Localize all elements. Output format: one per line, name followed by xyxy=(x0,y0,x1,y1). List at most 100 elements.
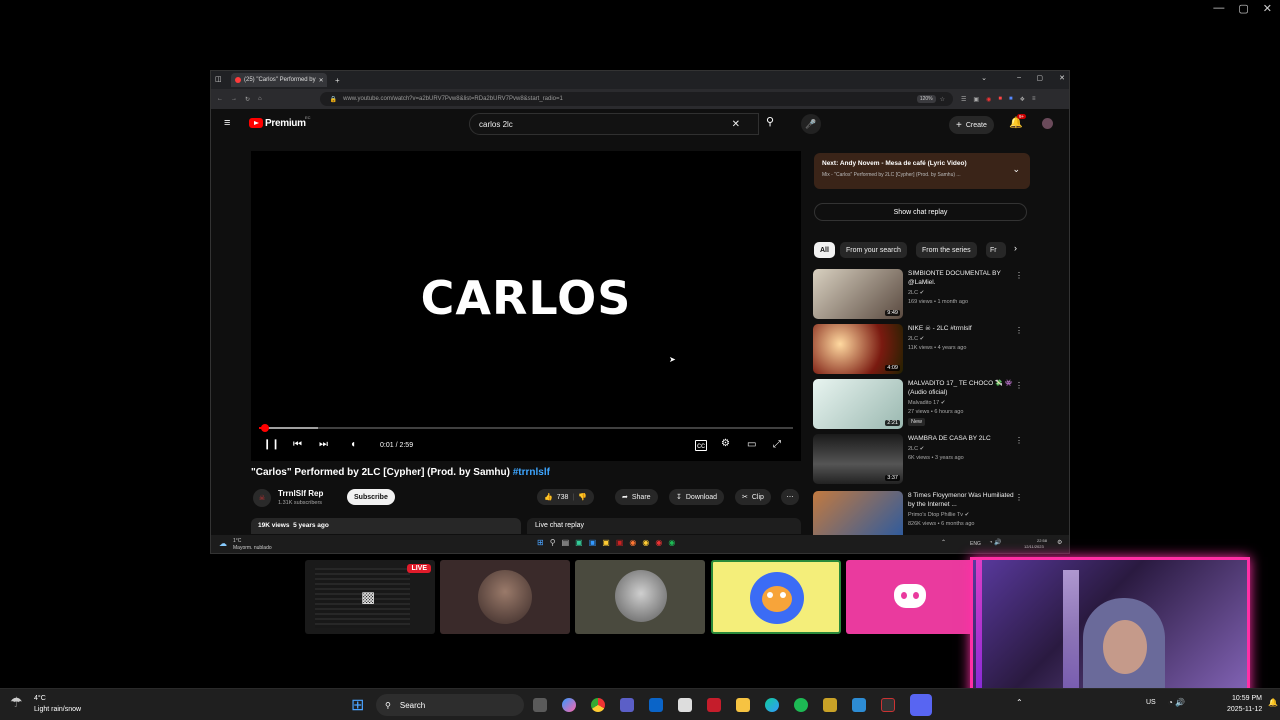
clear-search-icon[interactable]: ✕ xyxy=(732,119,740,130)
tab-overview-icon[interactable]: ◫ xyxy=(215,75,222,83)
file-explorer-icon[interactable] xyxy=(736,698,750,712)
reload-icon[interactable]: ↻ xyxy=(245,96,250,103)
download-button[interactable]: ↧ Download xyxy=(669,489,725,505)
recommendation-item[interactable]: 2:21 MALVADITO 17_ TE CHOCO 💸 👾 (Audio o… xyxy=(813,379,1033,429)
recommendation-title[interactable]: SIMBIONTE DOCUMENTAL BY @LaMiel. xyxy=(908,270,1020,287)
inner-search-icon[interactable]: ⚲ xyxy=(550,538,556,547)
previous-icon[interactable]: ⏮ xyxy=(293,439,302,450)
teams-icon[interactable] xyxy=(620,698,634,712)
chip-from-the-series[interactable]: From the series xyxy=(916,242,977,258)
more-options-icon[interactable]: ⋮ xyxy=(1015,326,1023,335)
menu-icon[interactable]: ≡ xyxy=(1032,96,1036,103)
home-icon[interactable]: ⌂ xyxy=(258,96,262,102)
theater-mode-icon[interactable]: ▭ xyxy=(747,439,756,450)
search-input[interactable]: carlos 2lc ✕ xyxy=(469,113,759,135)
recommendation-channel[interactable]: 2LC ✔ xyxy=(908,445,924,453)
recommendation-thumbnail[interactable]: 9:49 xyxy=(813,269,903,319)
inner-task-view-icon[interactable]: ▤ xyxy=(562,538,570,547)
more-options-icon[interactable]: ⋮ xyxy=(1015,381,1023,390)
recommendation-channel[interactable]: 2LC ✔ xyxy=(908,289,924,297)
progress-scrubber[interactable] xyxy=(260,424,269,432)
wifi-volume-battery-icon[interactable]: ◔ 🔊 xyxy=(1168,698,1185,707)
channel-avatar[interactable]: ☠ xyxy=(253,489,271,507)
share-button[interactable]: ➦ Share xyxy=(615,489,658,505)
settings-gear-icon[interactable]: ⚙ xyxy=(721,438,730,449)
inner-xbox-icon[interactable]: ▣ xyxy=(575,538,583,547)
thumbs-down-icon[interactable]: 👎 xyxy=(578,493,587,501)
task-view-icon[interactable] xyxy=(533,698,547,712)
browser-maximize-icon[interactable]: ▢ xyxy=(1036,74,1043,82)
chip-all[interactable]: All xyxy=(814,242,835,258)
subscribe-button[interactable]: Subscribe xyxy=(347,489,395,505)
extension-icon[interactable]: ▣ xyxy=(973,96,979,103)
chip-from-your-search[interactable]: From your search xyxy=(840,242,907,258)
more-options-icon[interactable]: ⋮ xyxy=(1015,493,1023,502)
app-blue-icon[interactable] xyxy=(852,698,866,712)
minimize-icon[interactable]: — xyxy=(1213,2,1224,15)
inner-folder-icon[interactable]: ▣ xyxy=(602,538,610,547)
youtube-logo-icon[interactable] xyxy=(249,118,263,128)
edge-icon[interactable] xyxy=(765,698,779,712)
notification-bell-icon[interactable]: 🔔 xyxy=(1268,698,1278,707)
next-icon[interactable]: ⏭ xyxy=(319,439,328,450)
extensions-icon[interactable]: ❖ xyxy=(1020,96,1025,103)
channel-name[interactable]: TrrnlSlf Rep xyxy=(278,489,323,498)
page-scrollbar[interactable] xyxy=(1069,109,1070,429)
inner-spotify-icon[interactable]: ◉ xyxy=(668,538,675,547)
ublock-icon[interactable]: ◉ xyxy=(986,96,991,103)
pause-icon[interactable]: ❙❙ xyxy=(263,439,280,450)
inner-app-red-icon[interactable]: ▣ xyxy=(616,538,624,547)
calculator-icon[interactable] xyxy=(678,698,692,712)
back-icon[interactable]: ← xyxy=(217,96,223,102)
like-button[interactable]: 👍 738 | 👎 xyxy=(537,489,594,505)
inner-tray-chevron-icon[interactable]: ⌃ xyxy=(941,539,946,546)
recommendation-channel[interactable]: Primo's Dtop Phillie Tv ✔ xyxy=(908,511,969,519)
browser-tab[interactable]: (25) "Carlos" Performed by ✕ xyxy=(231,73,327,87)
copilot-icon[interactable] xyxy=(562,698,576,712)
fullscreen-icon[interactable]: ⤢ xyxy=(773,439,781,450)
show-chat-replay-button[interactable]: Show chat replay xyxy=(814,203,1027,221)
inner-chrome-icon[interactable]: ◉ xyxy=(642,538,649,547)
url-field[interactable]: 🔒 www.youtube.com/watch?v=a2bURV7Pvw8&li… xyxy=(319,92,953,106)
recommendation-item[interactable]: 4:09 NIKE ☠ - 2LC #trrnlslf 2LC ✔ 11K vi… xyxy=(813,324,1033,374)
recommendation-thumbnail[interactable] xyxy=(813,491,903,541)
avatar[interactable] xyxy=(1042,118,1053,129)
recommendation-item[interactable]: 8 Times Floyymenor Was Humiliated by the… xyxy=(813,491,1033,541)
new-tab-icon[interactable]: + xyxy=(335,76,340,85)
progress-bar[interactable] xyxy=(259,424,793,432)
recommendation-title[interactable]: MALVADITO 17_ TE CHOCO 💸 👾 (Audio oficia… xyxy=(908,380,1020,397)
clip-button[interactable]: ✂ Clip xyxy=(735,489,771,505)
youtube-logo-text[interactable]: Premium xyxy=(265,118,306,129)
outlook-icon[interactable] xyxy=(649,698,663,712)
chips-next-chevron-icon[interactable]: › xyxy=(1014,243,1017,253)
inner-outlook-icon[interactable]: ▣ xyxy=(589,538,597,547)
recommendation-thumbnail[interactable]: 2:21 xyxy=(813,379,903,429)
more-actions-icon[interactable]: ⋯ xyxy=(781,489,799,505)
extension-blue-icon[interactable]: ■ xyxy=(1009,96,1013,103)
recommendation-thumbnail[interactable]: 4:09 xyxy=(813,324,903,374)
video-hashtag-link[interactable]: #trrnlslf xyxy=(513,467,550,478)
more-options-icon[interactable]: ⋮ xyxy=(1015,436,1023,445)
recommendation-item[interactable]: 3:37 WAMBRA DE CASA BY 2LC 2LC ✔ 6K view… xyxy=(813,434,1033,484)
inner-start-icon[interactable]: ⊞ xyxy=(537,538,544,547)
start-windows-icon[interactable]: ⊞ xyxy=(351,695,364,715)
extension-red-icon[interactable]: ■ xyxy=(998,96,1002,103)
taskbar-search-box[interactable]: ⚲ Search xyxy=(376,694,524,716)
recommendation-channel[interactable]: Malvadito 17 ✔ xyxy=(908,399,945,407)
recommendation-item[interactable]: 9:49 SIMBIONTE DOCUMENTAL BY @LaMiel. 2L… xyxy=(813,269,1033,319)
recommendation-channel[interactable]: 2LC ✔ xyxy=(908,335,924,343)
app-gold-icon[interactable] xyxy=(823,698,837,712)
recommendation-thumbnail[interactable]: 3:37 xyxy=(813,434,903,484)
voice-search-icon[interactable]: 🎤 xyxy=(801,114,821,134)
volume-icon[interactable]: ◖ xyxy=(350,439,356,450)
chip-truncated[interactable]: Fr xyxy=(986,242,1006,258)
search-icon[interactable]: ⚲ xyxy=(766,115,774,128)
captions-icon[interactable]: cc xyxy=(695,440,707,451)
video-player[interactable]: CARLOS ➤ ❙❙ ⏮ ⏭ ◖ 0:01 / 2:59 cc ⚙ ▭ ⤢ xyxy=(251,151,801,461)
recommendation-title[interactable]: WAMBRA DE CASA BY 2LC xyxy=(908,435,1020,444)
app-red-icon[interactable] xyxy=(881,698,895,712)
browser-minimize-icon[interactable]: – xyxy=(1017,74,1021,81)
tab-list-icon[interactable]: ⌄ xyxy=(981,74,987,82)
mcafee-icon[interactable] xyxy=(707,698,721,712)
create-button[interactable]: + Create xyxy=(949,116,994,134)
